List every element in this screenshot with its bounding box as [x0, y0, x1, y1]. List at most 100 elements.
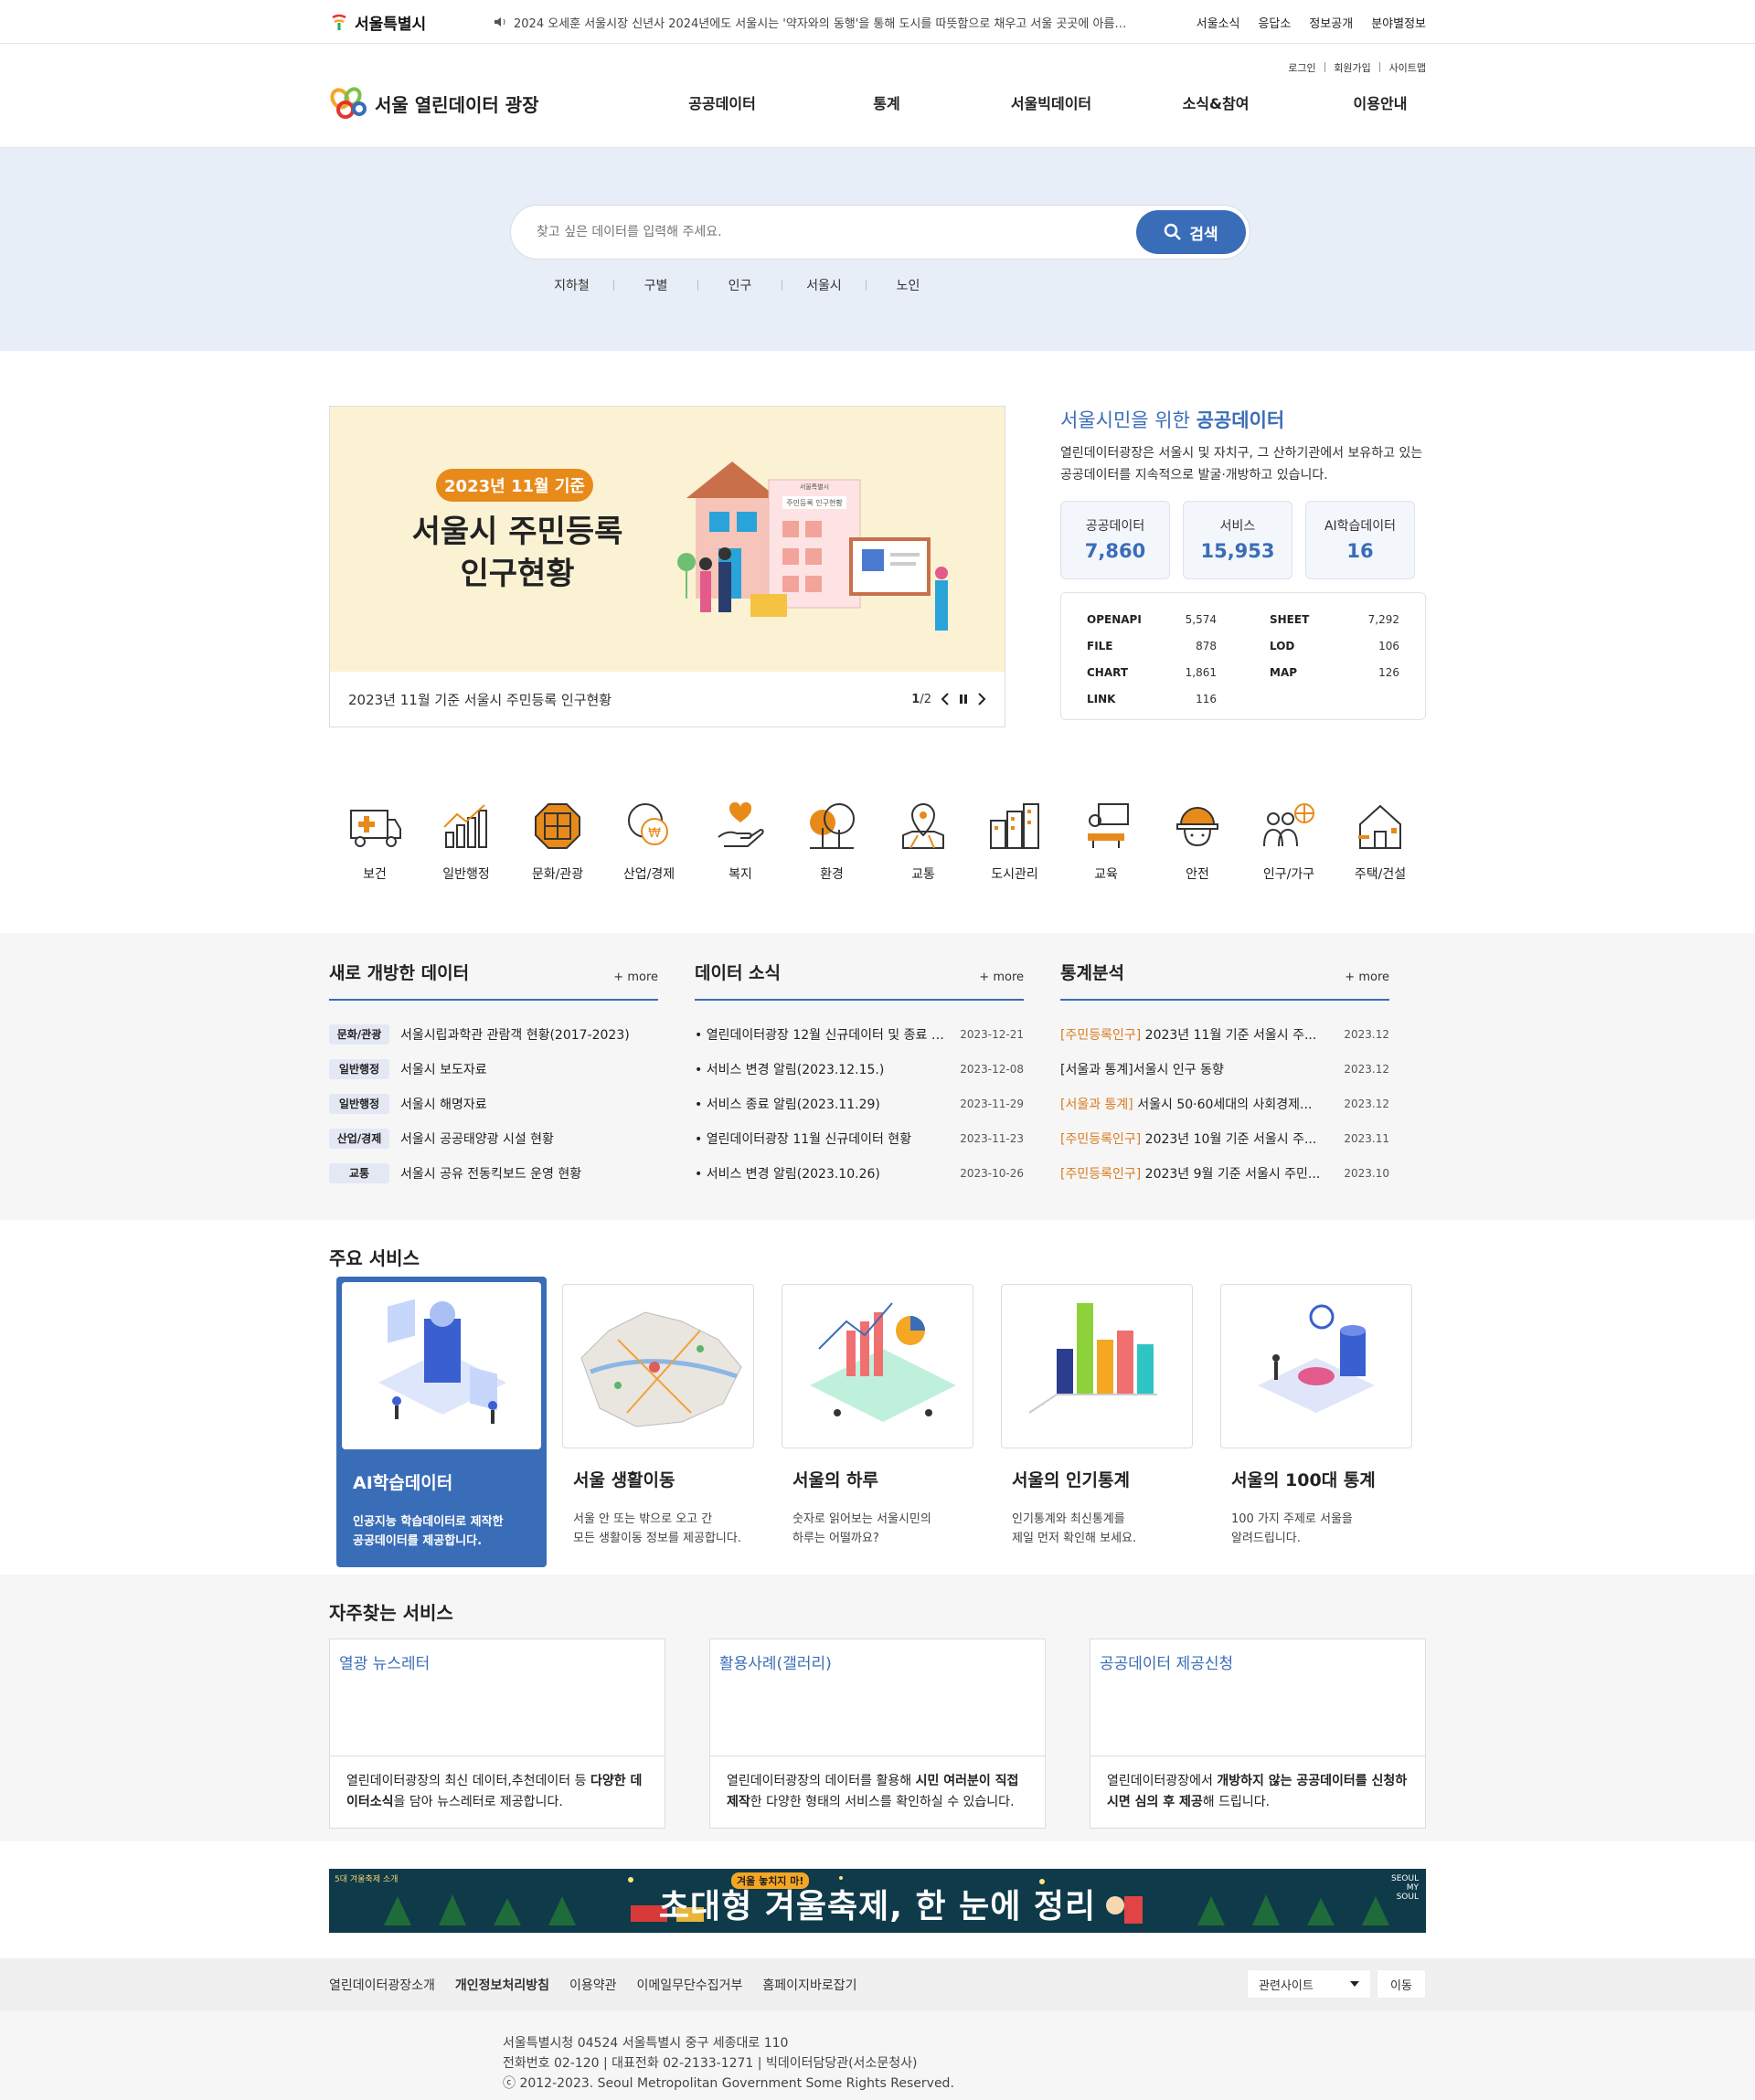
- list-item[interactable]: [주민등록인구] 2023년 9월 기준 서울시 주민... 2023.10: [1060, 1156, 1389, 1191]
- list-item[interactable]: • 열린데이터광장 11월 신규데이터 현황 2023-11-23: [695, 1121, 1024, 1156]
- category-economy[interactable]: ₩ 산업/경제: [603, 799, 695, 933]
- chevron-right-icon[interactable]: [977, 693, 986, 705]
- format-lod[interactable]: LOD 106: [1270, 632, 1399, 659]
- list-item[interactable]: • 서비스 변경 알림(2023.10.26) 2023-10-26: [695, 1156, 1024, 1191]
- category-urban[interactable]: 도시관리: [969, 799, 1060, 933]
- stats-illustration: [1258, 1304, 1375, 1413]
- list-item[interactable]: [서울과 통계] 서울시 50·60세대의 사회경제... 2023.12: [1060, 1087, 1389, 1121]
- list-item[interactable]: • 열린데이터광장 12월 신규데이터 및 종료 현황 2023-12-21: [695, 1017, 1024, 1052]
- notice-text: 2024 오세훈 서울시장 신년사 2024년에도 서울시는 '약자와의 동행'…: [514, 16, 1127, 31]
- bar-illustration: [1028, 1303, 1157, 1414]
- frequent-card-gallery[interactable]: 활용사례(갤러리) 열린데이터광장의 데이터를 활용해 시민 여러분이 직접 제작…: [709, 1639, 1046, 1829]
- bar-chart-icon: [443, 804, 487, 848]
- format-openapi[interactable]: OPENAPI 5,574: [1087, 606, 1217, 632]
- keyword-elderly[interactable]: 노인: [867, 276, 950, 294]
- festival-banner[interactable]: 5대 겨울축제 소개 SEOUL MY SOUL 겨울 놓치지 마! 초대형 겨…: [329, 1869, 1426, 1933]
- service-card-popular-stats[interactable]: 서울의 인기통계 인기통계와 최신통계를 제일 먼저 확인해 보세요.: [1001, 1284, 1193, 1548]
- category-culture[interactable]: 문화/관광: [512, 799, 603, 933]
- service-image: [782, 1284, 973, 1448]
- lecture-icon: [1088, 803, 1129, 848]
- footer-link-email-refuse[interactable]: 이메일무단수집거부: [637, 1976, 743, 1994]
- keyword-subway[interactable]: 지하철: [530, 276, 613, 294]
- frequent-card-newsletter[interactable]: 열광 뉴스레터 열린데이터광장의 최신 데이터,추천데이터 등 다양한 데 이터소…: [329, 1639, 665, 1829]
- keyword-seoul[interactable]: 서울시: [782, 276, 866, 294]
- list-item[interactable]: 산업/경제 서울시 공공태양광 시설 현황: [329, 1121, 658, 1156]
- category-safety[interactable]: 안전: [1152, 799, 1243, 933]
- list-item[interactable]: [주민등록인구] 2023년 11월 기준 서울시 주... 2023.12: [1060, 1017, 1389, 1052]
- category-population[interactable]: 인구/가구: [1243, 799, 1335, 933]
- search-button[interactable]: 검색: [1136, 210, 1246, 254]
- list-item[interactable]: [서울과 통계]서울시 인구 동향 2023.12: [1060, 1052, 1389, 1087]
- stat-box-public-data[interactable]: 공공데이터 7,860: [1060, 501, 1170, 579]
- footer-links-bar: 열린데이터광장소개 개인정보처리방침 이용약관 이메일무단수집거부 홈페이지바로…: [0, 1958, 1755, 2011]
- footer-info: 서울특별시청 04524 서울특별시 중구 세종대로 110 전화번호 02-1…: [503, 2033, 954, 2094]
- footer-link-report[interactable]: 홈페이지바로잡기: [762, 1976, 856, 1994]
- list-item[interactable]: 일반행정 서울시 해명자료: [329, 1087, 658, 1121]
- top-menu-field-info[interactable]: 분야별정보: [1371, 14, 1426, 31]
- analysis-more[interactable]: + more: [1345, 970, 1389, 984]
- category-welfare[interactable]: 복지: [695, 799, 786, 933]
- stat-box-service[interactable]: 서비스 15,953: [1183, 501, 1292, 579]
- footer-link-terms[interactable]: 이용약관: [569, 1976, 617, 1994]
- related-sites-go-button[interactable]: 이동: [1377, 1969, 1426, 1999]
- main-banner[interactable]: 2023년 11월 기준 서울시 주민등록 인구현황 서울특별시 주민등록 인구…: [329, 406, 1005, 727]
- list-item[interactable]: 교통 서울시 공유 전동킥보드 운영 현황: [329, 1156, 658, 1191]
- format-link[interactable]: LINK 116: [1087, 685, 1217, 712]
- format-counts: OPENAPI 5,574 FILE 878 CHART 1,861 LINK 116 …: [1060, 592, 1426, 720]
- banner-doc-title: 주민등록 인구현황: [786, 498, 843, 507]
- keyword-population[interactable]: 인구: [698, 276, 782, 294]
- format-sheet[interactable]: SHEET 7,292: [1270, 606, 1399, 632]
- analysis-title: 통계분석: [1060, 963, 1124, 983]
- building-icon: [990, 803, 1039, 849]
- category-education[interactable]: 교육: [1060, 799, 1152, 933]
- footer-link-about[interactable]: 열린데이터광장소개: [329, 1976, 435, 1994]
- chevron-left-icon[interactable]: [941, 693, 950, 705]
- format-map[interactable]: MAP 126: [1270, 659, 1399, 685]
- frequent-card-request[interactable]: 공공데이터 제공신청 열린데이터광장에서 개방하지 않는 공공데이터를 신청하 시…: [1090, 1639, 1426, 1829]
- top-menu-eungdapso[interactable]: 응답소: [1258, 14, 1291, 31]
- search-icon: [1165, 223, 1182, 240]
- category-housing[interactable]: 주택/건설: [1335, 799, 1426, 933]
- nav-public-data[interactable]: 공공데이터: [640, 91, 804, 113]
- top-menu-info[interactable]: 정보공개: [1309, 14, 1353, 31]
- helmet-icon: [1176, 807, 1218, 847]
- search-input[interactable]: [537, 225, 1085, 239]
- login-link[interactable]: 로그인: [1288, 60, 1315, 75]
- nav-news-participation[interactable]: 소식&참여: [1133, 91, 1298, 113]
- category-health[interactable]: 보건: [329, 799, 420, 933]
- list-item[interactable]: • 서비스 변경 알림(2023.12.15.) 2023-12-08: [695, 1052, 1024, 1087]
- list-item[interactable]: 일반행정 서울시 보도자료: [329, 1052, 658, 1087]
- frequent-services-section: 자주찾는 서비스 열광 뉴스레터 열린데이터광장의 최신 데이터,추천데이터 등…: [0, 1575, 1755, 1841]
- footer-link-privacy[interactable]: 개인정보처리방침: [455, 1976, 549, 1994]
- seoul-logo[interactable]: 서울특별시: [329, 11, 494, 34]
- signup-link[interactable]: 회원가입: [1334, 60, 1370, 75]
- list-item[interactable]: [주민등록인구] 2023년 10월 기준 서울시 주... 2023.11: [1060, 1121, 1389, 1156]
- brand-logo[interactable]: 서울 열린데이터 광장: [329, 86, 539, 121]
- nav-statistics[interactable]: 통계: [804, 91, 969, 113]
- new-data-more[interactable]: + more: [613, 970, 658, 984]
- gate-icon: [535, 803, 580, 849]
- service-card-mobility[interactable]: 서울 생활이동 서울 안 또는 밖으로 오고 간 모든 생활이동 정보를 제공합니…: [562, 1284, 754, 1548]
- stat-box-ai-data[interactable]: AI학습데이터 16: [1305, 501, 1415, 579]
- service-card-ai-data[interactable]: AI학습데이터 인공지능 학습데이터로 제작한 공공데이터를 제공합니다.: [336, 1277, 547, 1567]
- keyword-district[interactable]: 구별: [614, 276, 697, 294]
- list-item[interactable]: 문화/관광 서울시립과학관 관람객 현황(2017-2023): [329, 1017, 658, 1052]
- service-card-daily[interactable]: 서울의 하루 숫자로 읽어보는 서울시민의 하루는 어떨까요?: [782, 1284, 973, 1548]
- nav-big-data[interactable]: 서울빅데이터: [969, 91, 1133, 113]
- format-file[interactable]: FILE 878: [1087, 632, 1217, 659]
- related-sites-select[interactable]: 관련사이트: [1247, 1969, 1371, 1999]
- top-menu-news[interactable]: 서울소식: [1197, 14, 1240, 31]
- sitemap-link[interactable]: 사이트맵: [1389, 60, 1426, 75]
- top-bar: 서울특별시 2024 오세훈 서울시장 신년사 2024년에도 서울시는 '약자…: [0, 0, 1755, 44]
- category-administration[interactable]: 일반행정: [420, 799, 512, 933]
- category-environment[interactable]: 환경: [786, 799, 878, 933]
- service-image: [1220, 1284, 1412, 1448]
- service-card-top100[interactable]: 서울의 100대 통계 100 가지 주제로 서울을 알려드립니다.: [1220, 1284, 1412, 1548]
- data-news-more[interactable]: + more: [979, 970, 1024, 984]
- notice-ticker[interactable]: 2024 오세훈 서울시장 신년사 2024년에도 서울시는 '약자와의 동행'…: [494, 14, 1197, 31]
- format-chart[interactable]: CHART 1,861: [1087, 659, 1217, 685]
- nav-guide[interactable]: 이용안내: [1298, 91, 1462, 113]
- pause-icon[interactable]: [959, 693, 968, 705]
- category-traffic[interactable]: 교통: [878, 799, 969, 933]
- list-item[interactable]: • 서비스 종료 알림(2023.11.29) 2023-11-29: [695, 1087, 1024, 1121]
